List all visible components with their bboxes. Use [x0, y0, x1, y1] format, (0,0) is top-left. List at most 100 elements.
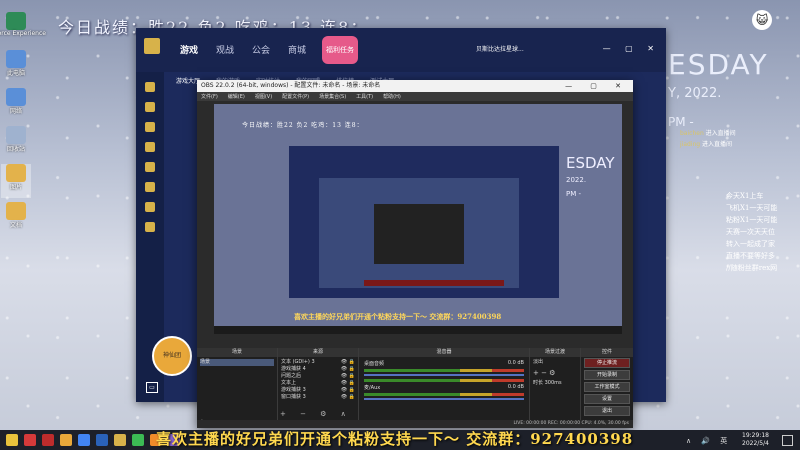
- marquee-banner: 喜欢主播的好兄弟们开通个粘粉支持一下～ 交流群：927400398: [156, 430, 634, 448]
- client-main-nav: 游戏 观战 公会 商城: [180, 43, 306, 56]
- source-item[interactable]: 游戏捕获 3 👁 🔒: [281, 387, 355, 394]
- preview-marquee: 喜欢主播的好兄弟们开通个粘粉支持一下～ 交流群：927400398: [294, 312, 502, 321]
- wallpaper-date: Y, 2022.: [668, 86, 722, 101]
- obs-status-bar: LIVE: 00:00:00 REC: 00:00:00 CPU: 4.0%, …: [197, 420, 633, 428]
- chat-icon[interactable]: ▭: [146, 382, 158, 393]
- obs-titlebar: OBS 22.0.2 (64-bit, windows) - 配置文件: 未命名…: [197, 80, 633, 92]
- app-icon: [6, 126, 26, 144]
- taskbar-app-icon[interactable]: [114, 434, 126, 446]
- scenes-dock: 场景 场景 + − ∧ ∨: [197, 348, 278, 428]
- sidebar-game-icon[interactable]: [145, 102, 155, 112]
- preview-weekday: ESDAY: [566, 154, 615, 172]
- eye-icon: 👁 🔒: [340, 387, 355, 393]
- client-nav-shop[interactable]: 商城: [288, 43, 306, 56]
- obs-title-text: OBS 22.0.2 (64-bit, windows) - 配置文件: 未命名…: [201, 82, 381, 89]
- scene-item[interactable]: 场景: [200, 359, 274, 366]
- client-nav-game[interactable]: 游戏: [180, 43, 198, 56]
- client-nav-guild[interactable]: 公会: [252, 43, 270, 56]
- obs-window-controls[interactable]: — ▢ ✕: [565, 80, 629, 92]
- client-username[interactable]: 贝斯比达拉星球...: [476, 44, 524, 53]
- taskbar-app-icon[interactable]: [78, 434, 90, 446]
- source-item[interactable]: 文本上 👁 🔒: [281, 380, 355, 387]
- taskbar-app-icon[interactable]: [60, 434, 72, 446]
- taskbar-app-icon[interactable]: [6, 434, 18, 446]
- app-icon: [6, 50, 26, 68]
- mascot-badge[interactable]: 神仙团: [152, 336, 192, 376]
- start-recording-button[interactable]: 开始录制: [584, 370, 630, 380]
- menu-view[interactable]: 视图(V): [255, 93, 272, 100]
- eye-icon: 👁 🔒: [340, 366, 355, 372]
- menu-tools[interactable]: 工具(T): [356, 93, 373, 100]
- mixer-mic: 麦/Aux 0.0 dB: [364, 384, 524, 391]
- controls-header: 控件: [581, 348, 633, 357]
- client-nav-spectate[interactable]: 观战: [216, 43, 234, 56]
- volume-slider[interactable]: [364, 374, 524, 376]
- client-window-controls[interactable]: — ▢ ✕: [603, 44, 660, 53]
- wallpaper-time: PM -: [668, 115, 694, 129]
- app-icon: [6, 202, 26, 220]
- menu-help[interactable]: 帮助(H): [383, 93, 401, 100]
- controls-dock: 控件 停止推流 开始录制 工作室模式 设置 退出: [581, 348, 633, 428]
- sidebar-game-icon[interactable]: [145, 122, 155, 132]
- sidebar-game-icon[interactable]: [145, 82, 155, 92]
- source-item[interactable]: 文本 (GDI+) 3 👁 🔒: [281, 359, 355, 366]
- sidebar-game-icon[interactable]: [145, 202, 155, 212]
- scenes-header: 场景: [197, 348, 277, 357]
- desktop-icon-label: 回收站: [6, 146, 25, 153]
- desktop-icon[interactable]: 回收站: [1, 126, 31, 160]
- event-badge[interactable]: 福利任务: [322, 36, 358, 64]
- sidebar-game-icon[interactable]: [145, 142, 155, 152]
- duration-field[interactable]: 时长 300ms: [533, 380, 577, 387]
- taskbar-app-icon[interactable]: [132, 434, 144, 446]
- desktop-icon[interactable]: 此电脑: [1, 50, 31, 84]
- taskbar-clock[interactable]: 19:29:18 2022/5/4: [742, 432, 769, 448]
- eye-icon: 👁 🔒: [340, 373, 355, 379]
- audio-meter: [364, 369, 524, 372]
- taskbar-app-icon[interactable]: [96, 434, 108, 446]
- chat-line: baichen 进入直播间: [680, 130, 736, 137]
- taskbar-app-icon[interactable]: [24, 434, 36, 446]
- sidebar-game-icon[interactable]: [145, 162, 155, 172]
- desktop-icon-label: 文档: [9, 222, 22, 229]
- source-item[interactable]: 窗口捕获 3 👁 🔒: [281, 394, 355, 401]
- mixer-desktop-audio: 桌面音频 0.0 dB: [364, 360, 524, 367]
- obs-window: OBS 22.0.2 (64-bit, windows) - 配置文件: 未命名…: [197, 80, 633, 428]
- app-icon: [6, 88, 26, 106]
- transition-select[interactable]: 淡出: [533, 359, 577, 366]
- menu-scene-collection[interactable]: 场景集合(S): [319, 93, 346, 100]
- exit-button[interactable]: 退出: [584, 406, 630, 416]
- taskbar-app-icon[interactable]: [42, 434, 54, 446]
- preview-time: PM -: [566, 190, 582, 198]
- source-item[interactable]: 游戏捕获 4 👁 🔒: [281, 366, 355, 373]
- preview-stats: 今日战绩：胜22 负2 吃鸡：13 连8：: [242, 122, 364, 129]
- transitions-header: 场景过渡: [530, 348, 580, 357]
- menu-edit[interactable]: 编辑(E): [228, 93, 245, 100]
- audio-meter: [364, 379, 524, 382]
- app-icon: [6, 12, 26, 30]
- menu-profile[interactable]: 配置文件(P): [282, 93, 309, 100]
- desktop-icon-label: 此电脑: [6, 70, 25, 77]
- taskbar-app-icons: [6, 434, 180, 446]
- sidebar-game-icon[interactable]: [145, 182, 155, 192]
- desktop-icon[interactable]: 图片: [1, 164, 31, 198]
- obs-preview-canvas[interactable]: 今日战绩：胜22 负2 吃鸡：13 连8： ESDAY 2022. PM - 喜…: [214, 104, 622, 334]
- transition-add-remove[interactable]: + − ⚙: [533, 370, 577, 377]
- notification-icon[interactable]: [782, 435, 793, 446]
- desktop-icon[interactable]: 文档: [1, 202, 31, 236]
- source-item[interactable]: 问题之后 👁 🔒: [281, 373, 355, 380]
- audio-meter: [364, 393, 524, 396]
- menu-file[interactable]: 文件(F): [201, 93, 218, 100]
- desktop-icon[interactable]: 网络: [1, 88, 31, 122]
- studio-mode-button[interactable]: 工作室模式: [584, 382, 630, 392]
- stop-stream-button[interactable]: 停止推流: [584, 358, 630, 368]
- client-header: 游戏 观战 公会 商城 福利任务 贝斯比达拉星球... — ▢ ✕: [136, 28, 666, 72]
- eye-icon: 👁 🔒: [340, 359, 355, 365]
- desktop-icon[interactable]: GeForce Experience: [0, 12, 46, 46]
- settings-button[interactable]: 设置: [584, 394, 630, 404]
- system-tray[interactable]: ∧ 🔊 英: [686, 436, 731, 446]
- volume-slider[interactable]: [364, 398, 524, 400]
- sidebar-game-icon[interactable]: [145, 222, 155, 232]
- app-icon: [6, 164, 26, 182]
- desktop-icon-label: GeForce Experience: [0, 30, 46, 37]
- eye-icon: 👁 🔒: [340, 394, 355, 400]
